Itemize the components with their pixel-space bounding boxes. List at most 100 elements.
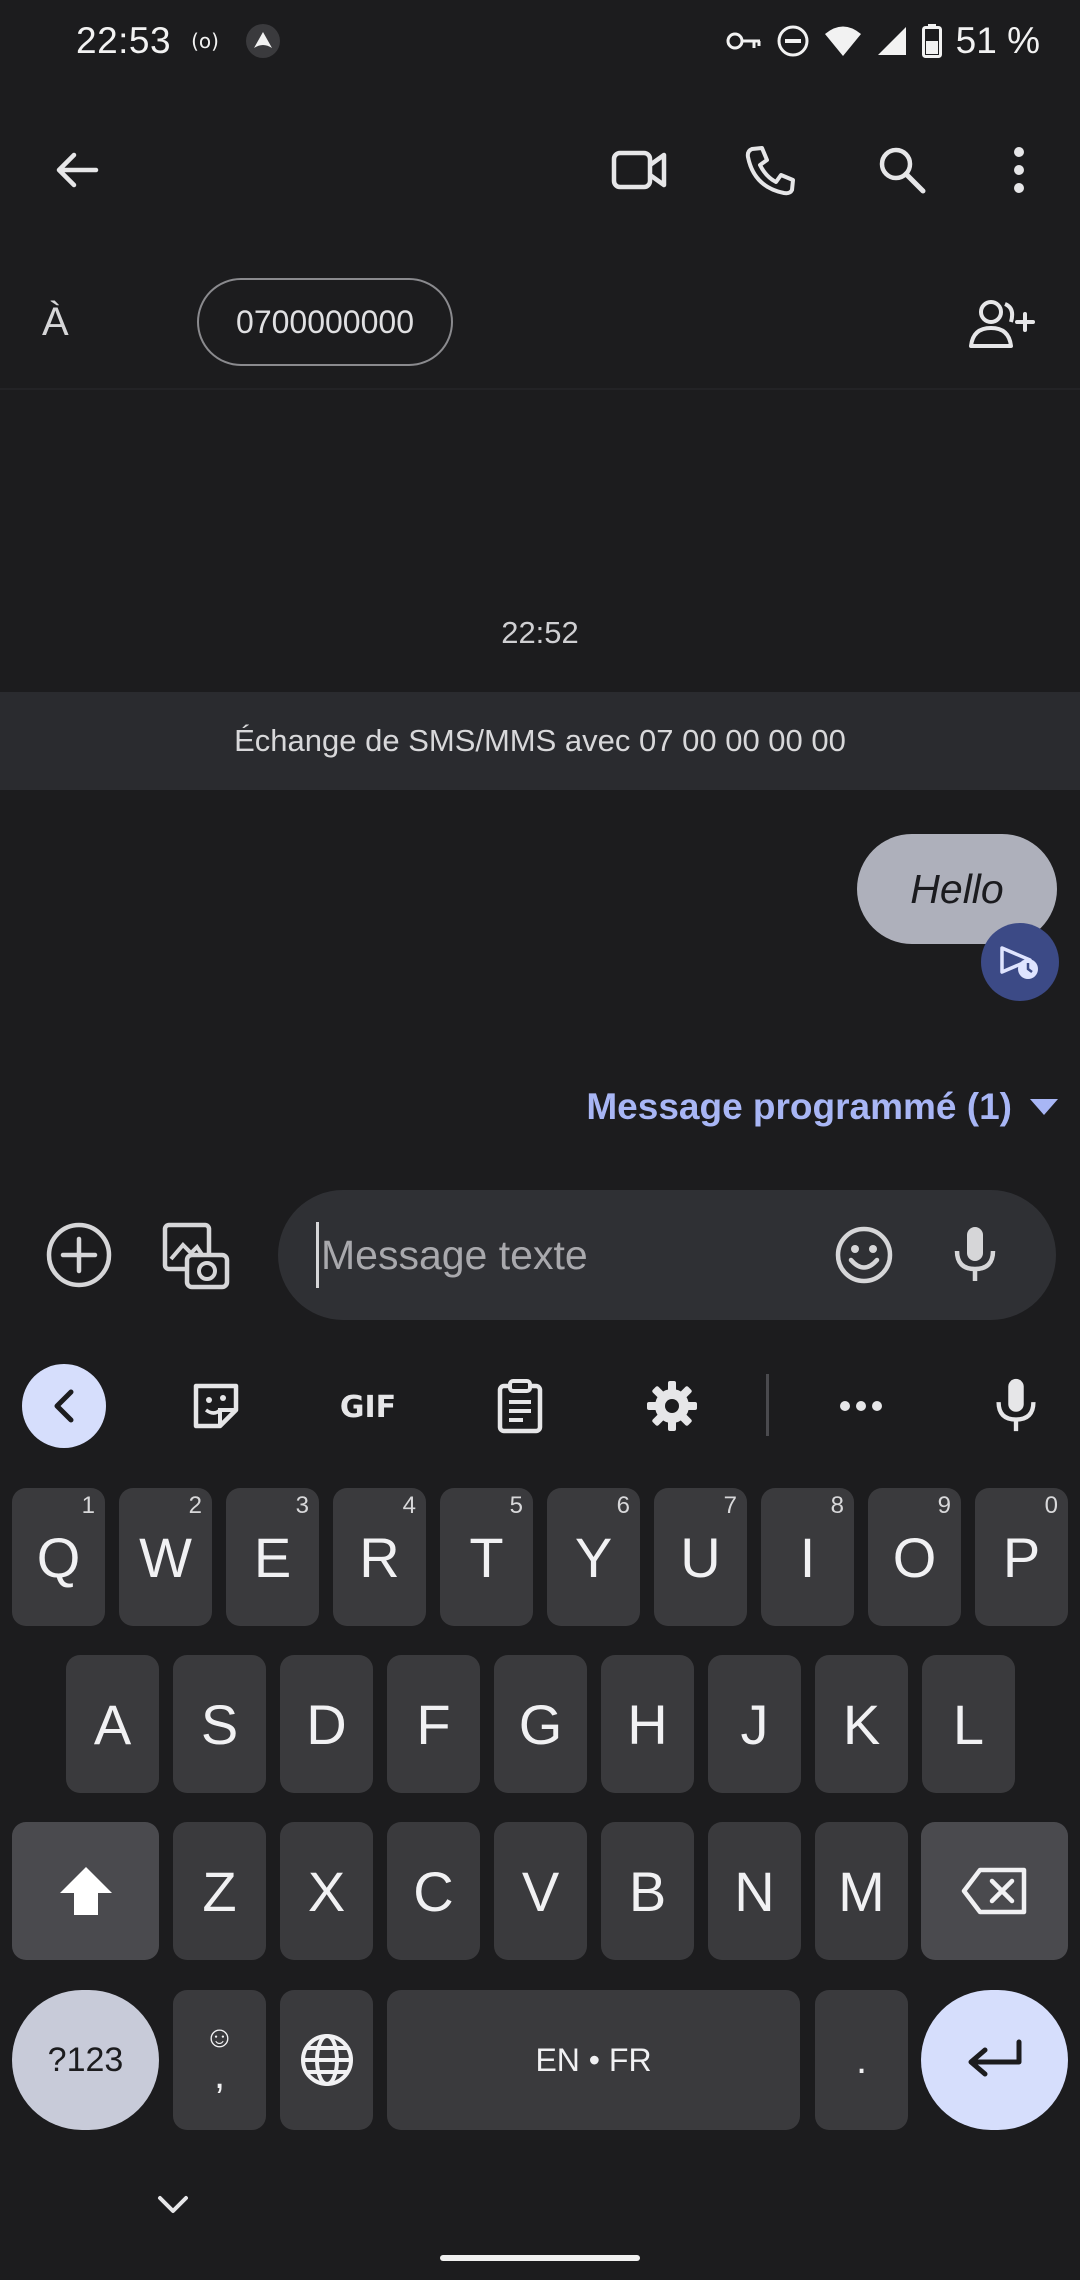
keyboard-settings-button[interactable] xyxy=(634,1368,710,1444)
emoji-button[interactable] xyxy=(819,1210,909,1300)
key-hint: 5 xyxy=(509,1492,523,1519)
battery-percent: 51 % xyxy=(955,20,1040,61)
globe-icon xyxy=(300,2034,353,2086)
status-time: 22:53 xyxy=(76,20,172,61)
phone-icon xyxy=(745,146,795,196)
key-k[interactable]: K xyxy=(815,1655,908,1793)
key-w[interactable]: W2 xyxy=(119,1488,212,1626)
space-key[interactable]: EN • FR xyxy=(387,1990,800,2130)
more-tools-button[interactable] xyxy=(823,1368,899,1444)
recipient-chip[interactable]: 0700000000 xyxy=(197,278,453,366)
key-u[interactable]: U7 xyxy=(654,1488,747,1626)
key-label: T xyxy=(469,1525,504,1589)
key-hint: 7 xyxy=(723,1492,737,1519)
sms-mms-banner: Échange de SMS/MMS avec 07 00 00 00 00 xyxy=(0,692,1080,790)
navigation-handle[interactable] xyxy=(440,2255,640,2261)
enter-key[interactable] xyxy=(921,1990,1068,2130)
symbols-key[interactable]: ?123 xyxy=(12,1990,159,2130)
key-n[interactable]: N xyxy=(708,1822,801,1960)
dropdown-arrow-icon xyxy=(1030,1099,1058,1115)
search-button[interactable] xyxy=(857,125,947,215)
shift-key[interactable] xyxy=(12,1822,159,1960)
key-j[interactable]: J xyxy=(708,1655,801,1793)
signal-icon xyxy=(876,25,908,57)
key-hint: 9 xyxy=(937,1492,951,1519)
period-key[interactable]: . xyxy=(815,1990,908,2130)
message-timestamp: 22:52 xyxy=(501,615,579,650)
status-right: 51 % xyxy=(726,20,1040,62)
key-f[interactable]: F xyxy=(387,1655,480,1793)
backspace-key[interactable] xyxy=(921,1822,1068,1960)
keyboard-voice-button[interactable] xyxy=(978,1368,1054,1444)
chevron-down-icon xyxy=(158,2196,188,2213)
key-q[interactable]: Q1 xyxy=(12,1488,105,1626)
attach-button[interactable] xyxy=(34,1210,124,1300)
chevron-left-icon xyxy=(54,1389,74,1423)
video-call-icon xyxy=(611,150,667,190)
more-horiz-icon xyxy=(840,1401,882,1411)
svg-text:(o): (o) xyxy=(191,29,219,53)
add-people-icon xyxy=(969,300,1035,348)
key-label: E xyxy=(253,1525,292,1589)
search-icon xyxy=(879,147,926,194)
clipboard-button[interactable] xyxy=(482,1368,558,1444)
key-e[interactable]: E3 xyxy=(226,1488,319,1626)
key-d[interactable]: D xyxy=(280,1655,373,1793)
key-h[interactable]: H xyxy=(601,1655,694,1793)
back-arrow-icon xyxy=(56,152,99,188)
key-label: Q xyxy=(36,1525,81,1589)
wifi-icon xyxy=(824,25,862,57)
video-call-button[interactable] xyxy=(595,125,685,215)
key-label: O xyxy=(892,1525,937,1589)
scheduled-messages-label: Message programmé (1) xyxy=(586,1086,1012,1127)
add-recipient-button[interactable] xyxy=(958,280,1048,370)
key-c[interactable]: C xyxy=(387,1822,480,1960)
comma-key[interactable]: ☺ , xyxy=(173,1990,266,2130)
key-m[interactable]: M xyxy=(815,1822,908,1960)
to-label: À xyxy=(42,300,69,344)
key-label: Y xyxy=(574,1525,613,1589)
hide-keyboard-button[interactable] xyxy=(128,2170,218,2240)
key-t[interactable]: T5 xyxy=(440,1488,533,1626)
key-r[interactable]: R4 xyxy=(333,1488,426,1626)
key-s[interactable]: S xyxy=(173,1655,266,1793)
key-p[interactable]: P0 xyxy=(975,1488,1068,1626)
gallery-icon xyxy=(162,1222,230,1290)
gif-icon: GIF xyxy=(340,1390,396,1425)
voice-message-button[interactable] xyxy=(930,1210,1020,1300)
keyboard-collapse-toolbar-button[interactable] xyxy=(22,1364,106,1448)
key-icon xyxy=(726,29,762,53)
back-button[interactable] xyxy=(32,125,122,215)
scheduled-send-badge xyxy=(981,923,1059,1001)
gif-button[interactable]: GIF xyxy=(330,1368,406,1444)
key-o[interactable]: O9 xyxy=(868,1488,961,1626)
key-x[interactable]: X xyxy=(280,1822,373,1960)
key-z[interactable]: Z xyxy=(173,1822,266,1960)
key-g[interactable]: G xyxy=(494,1655,587,1793)
mic-icon xyxy=(954,1227,996,1281)
phone-call-button[interactable] xyxy=(726,125,816,215)
scheduled-messages-toggle[interactable]: Message programmé (1) xyxy=(586,1086,1060,1128)
key-i[interactable]: I8 xyxy=(761,1488,854,1626)
add-circle-icon xyxy=(46,1222,112,1288)
key-label: W xyxy=(139,1525,192,1589)
more-options-button[interactable] xyxy=(974,125,1064,215)
sticker-button[interactable] xyxy=(178,1368,254,1444)
scheduled-send-icon xyxy=(1000,946,1038,979)
key-v[interactable]: V xyxy=(494,1822,587,1960)
key-l[interactable]: L xyxy=(922,1655,1015,1793)
key-label: U xyxy=(680,1525,721,1589)
key-a[interactable]: A xyxy=(66,1655,159,1793)
gallery-button[interactable] xyxy=(150,1210,240,1300)
key-y[interactable]: Y6 xyxy=(547,1488,640,1626)
mic-icon xyxy=(996,1378,1036,1432)
dnd-icon xyxy=(776,24,810,58)
key-b[interactable]: B xyxy=(601,1822,694,1960)
key-label: I xyxy=(799,1525,816,1589)
sticker-icon xyxy=(193,1383,239,1429)
key-hint: 0 xyxy=(1044,1492,1058,1519)
language-key[interactable] xyxy=(280,1990,373,2130)
enter-icon xyxy=(968,2039,1021,2077)
message-input[interactable] xyxy=(316,1222,796,1288)
vpn-shield-icon xyxy=(244,22,282,60)
